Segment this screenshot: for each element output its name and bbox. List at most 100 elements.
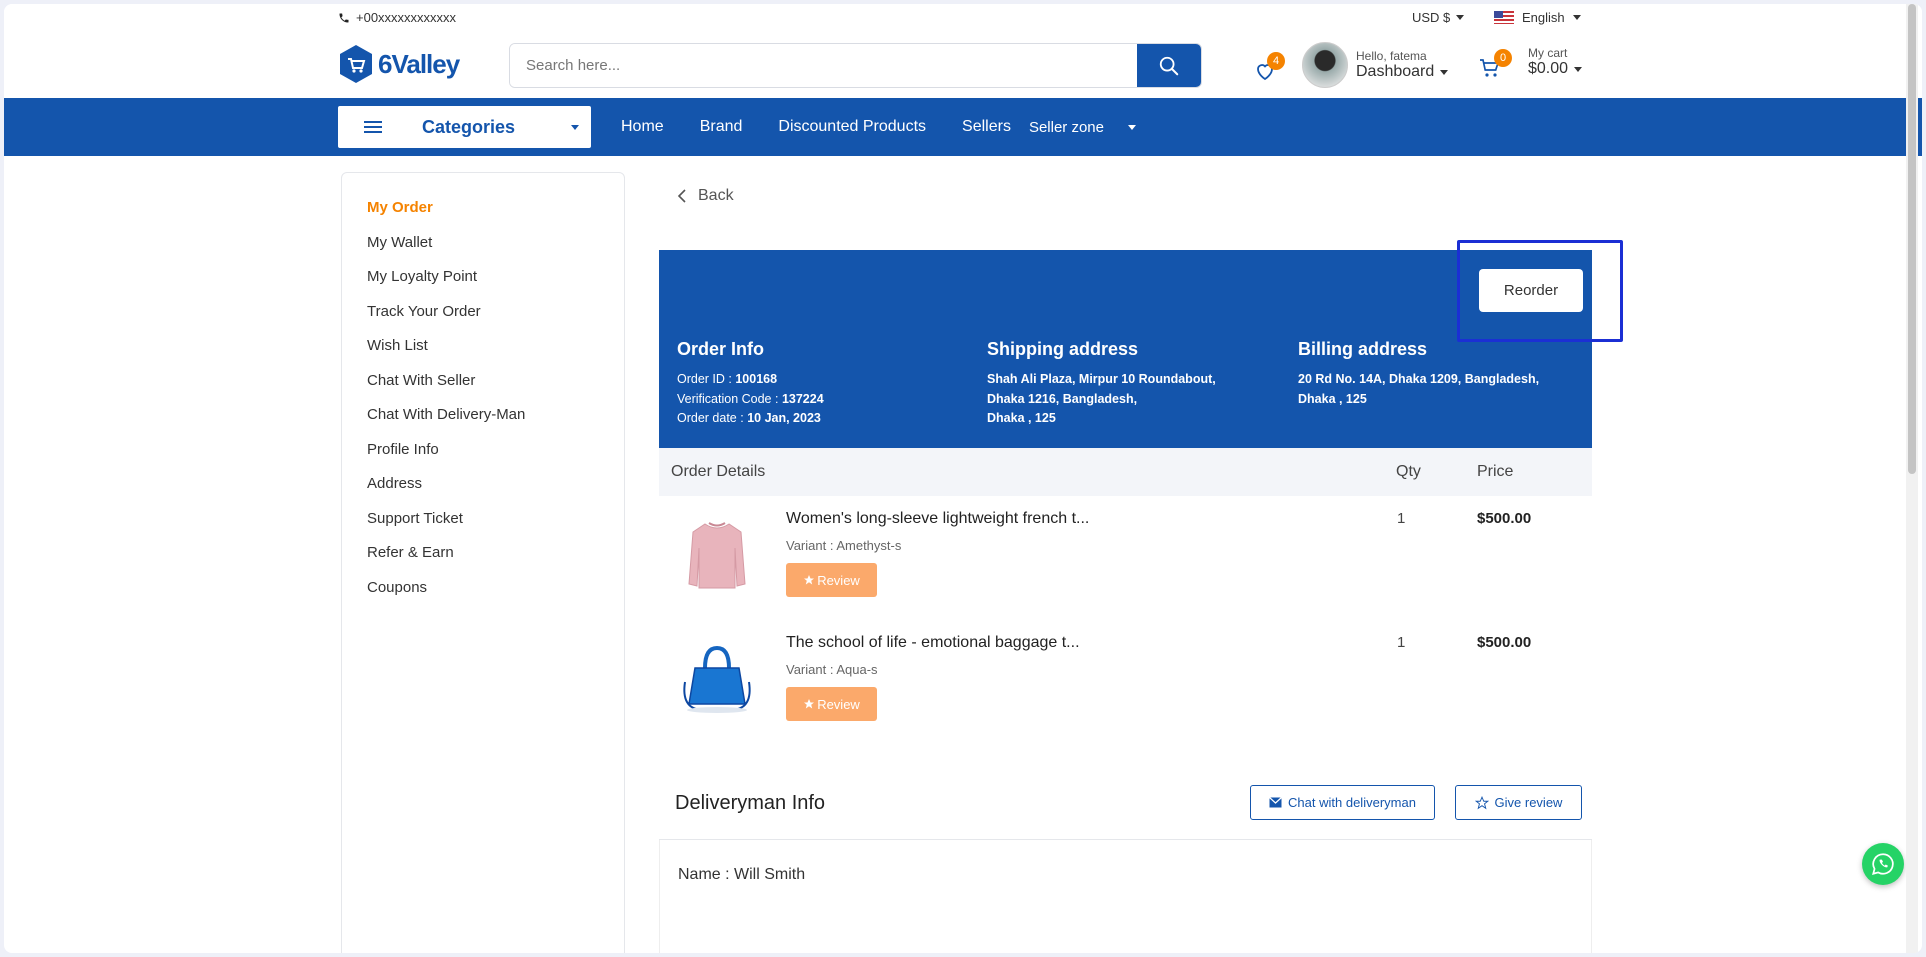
- give-review-label: Give review: [1494, 795, 1563, 810]
- chevron-down-icon: [1127, 124, 1136, 130]
- main-navigation: Categories Home Brand Discounted Product…: [4, 98, 1922, 156]
- verification-code-value: 137224: [781, 391, 824, 406]
- sidebar-item-profile-info[interactable]: Profile Info: [342, 433, 624, 468]
- review-button[interactable]: Review: [786, 687, 877, 721]
- search-button[interactable]: [1137, 44, 1201, 87]
- chevron-left-icon: [677, 189, 686, 203]
- price-column-header: Price: [1477, 463, 1514, 480]
- currency-label: USD $: [1412, 10, 1451, 25]
- cart-button[interactable]: 0: [1478, 49, 1512, 78]
- sidebar-item-refer-earn[interactable]: Refer & Earn: [342, 536, 624, 571]
- seller-zone-dropdown[interactable]: Seller zone: [1029, 119, 1136, 136]
- order-info: Order Info Order ID : 100168 Verificatio…: [677, 339, 824, 429]
- user-dashboard-menu[interactable]: Hello, fatema Dashboard: [1302, 42, 1449, 88]
- cart-summary[interactable]: My cart $0.00: [1528, 46, 1583, 78]
- top-bar: +00xxxxxxxxxxxx USD $ English: [4, 4, 1922, 30]
- nav-link-home[interactable]: Home: [621, 118, 664, 136]
- give-review-button[interactable]: Give review: [1455, 785, 1582, 820]
- sidebar-item-chat-seller[interactable]: Chat With Seller: [342, 364, 624, 399]
- language-label: English: [1522, 10, 1565, 25]
- shipping-address-line: Shah Ali Plaza, Mirpur 10 Roundabout,: [987, 372, 1216, 386]
- shipping-address-line: Dhaka 1216, Bangladesh,: [987, 391, 1138, 406]
- sidebar-item-coupons[interactable]: Coupons: [342, 571, 624, 606]
- chevron-down-icon: [1440, 69, 1449, 75]
- back-link[interactable]: Back: [676, 187, 734, 205]
- categories-label: Categories: [422, 116, 516, 137]
- sidebar-item-wish-list[interactable]: Wish List: [342, 329, 624, 364]
- order-details-header: Order Details Qty Price: [659, 448, 1592, 496]
- billing-address-title: Billing address: [1298, 339, 1428, 359]
- product-qty: 1: [1397, 510, 1406, 527]
- product-price: $500.00: [1477, 634, 1532, 651]
- seller-zone-label: Seller zone: [1028, 118, 1104, 136]
- review-label: Review: [817, 572, 860, 588]
- sidebar-item-my-order[interactable]: My Order: [342, 191, 624, 226]
- order-id-label: Order ID :: [677, 372, 732, 386]
- scrollbar-thumb[interactable]: [1908, 4, 1916, 474]
- sidebar-item-my-wallet[interactable]: My Wallet: [342, 226, 624, 261]
- shipping-address-title: Shipping address: [987, 339, 1139, 359]
- nav-link-brand[interactable]: Brand: [700, 118, 743, 136]
- site-logo[interactable]: 6Valley: [338, 44, 460, 84]
- phone-number: +00xxxxxxxxxxxx: [356, 10, 457, 25]
- wishlist-count-badge: 4: [1267, 52, 1285, 70]
- order-date-label: Order date :: [677, 411, 744, 425]
- dashboard-label: Dashboard: [1356, 63, 1435, 80]
- list-item: Women's long-sleeve lightweight french t…: [659, 496, 1592, 620]
- star-icon: [804, 699, 815, 709]
- user-greeting: Hello, fatema: [1356, 49, 1427, 63]
- sidebar-item-support-ticket[interactable]: Support Ticket: [342, 502, 624, 537]
- product-variant: Variant : Aqua-s: [786, 662, 878, 677]
- sidebar-item-address[interactable]: Address: [342, 467, 624, 502]
- star-outline-icon: [1474, 795, 1489, 809]
- us-flag-icon: [1494, 11, 1514, 24]
- search-icon: [1159, 56, 1179, 75]
- categories-dropdown[interactable]: Categories: [338, 106, 591, 148]
- currency-selector[interactable]: USD $: [1412, 10, 1465, 25]
- site-header: 6Valley 4 Hello, fatema Dashboard 0: [4, 30, 1922, 98]
- language-selector[interactable]: English: [1494, 10, 1581, 25]
- phone-contact[interactable]: +00xxxxxxxxxxxx: [338, 10, 456, 25]
- product-variant: Variant : Amethyst-s: [786, 538, 902, 553]
- review-button[interactable]: Review: [786, 563, 877, 597]
- whatsapp-chat-button[interactable]: [1862, 843, 1904, 885]
- nav-links: Home Brand Discounted Products Sellers S…: [621, 98, 1136, 156]
- chevron-down-icon: [571, 125, 579, 130]
- qty-column-header: Qty: [1396, 463, 1421, 480]
- chat-with-deliveryman-button[interactable]: Chat with deliveryman: [1250, 785, 1435, 820]
- phone-icon: [339, 13, 349, 22]
- star-icon: [804, 575, 815, 585]
- sidebar-item-chat-delivery-man[interactable]: Chat With Delivery-Man: [342, 398, 624, 433]
- billing-address-line: 20 Rd No. 14A, Dhaka 1209, Bangladesh,: [1298, 372, 1540, 386]
- cart-logo-icon: [340, 45, 372, 83]
- verification-code-label: Verification Code :: [677, 391, 779, 406]
- search-input[interactable]: [510, 44, 1137, 87]
- chat-with-deliveryman-label: Chat with deliveryman: [1288, 795, 1416, 810]
- chevron-down-icon: [1572, 15, 1581, 20]
- logo-text: 6Valley: [378, 48, 460, 79]
- nav-link-discounted-products[interactable]: Discounted Products: [778, 118, 926, 136]
- avatar: [1302, 42, 1348, 88]
- billing-address-line: Dhaka , 125: [1298, 391, 1367, 406]
- menu-icon: [364, 118, 382, 136]
- whatsapp-icon: [1872, 853, 1894, 875]
- envelope-icon: [1269, 797, 1282, 808]
- deliveryman-info-header: Deliveryman Info Chat with deliveryman G…: [659, 768, 1592, 840]
- wishlist-button[interactable]: 4: [1252, 52, 1285, 81]
- chevron-down-icon: [1574, 66, 1583, 72]
- product-qty: 1: [1397, 634, 1406, 651]
- chevron-down-icon: [1456, 15, 1465, 20]
- deliveryman-name: Name : Will Smith: [678, 866, 806, 883]
- product-name[interactable]: Women's long-sleeve lightweight french t…: [786, 510, 1089, 528]
- product-name[interactable]: The school of life - emotional baggage t…: [786, 634, 1080, 652]
- sidebar-item-loyalty-point[interactable]: My Loyalty Point: [342, 260, 624, 295]
- sweater-thumbnail[interactable]: [679, 514, 755, 596]
- billing-address: Billing address 20 Rd No. 14A, Dhaka 120…: [1298, 339, 1539, 409]
- order-info-title: Order Info: [677, 339, 765, 359]
- shipping-address: Shipping address Shah Ali Plaza, Mirpur …: [987, 339, 1216, 429]
- handbag-thumbnail[interactable]: [679, 638, 755, 720]
- sidebar-item-track-order[interactable]: Track Your Order: [342, 295, 624, 330]
- nav-link-sellers[interactable]: Sellers: [962, 118, 1011, 136]
- deliveryman-info-title: Deliveryman Info: [675, 792, 826, 814]
- order-date-value: 10 Jan, 2023: [747, 411, 821, 425]
